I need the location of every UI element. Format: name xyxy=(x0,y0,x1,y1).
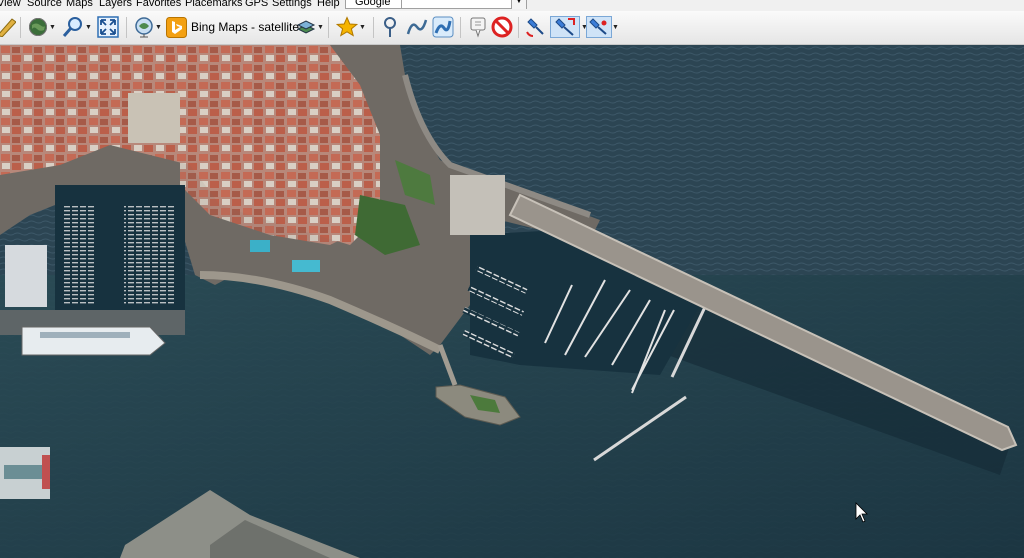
bing-logo-icon xyxy=(166,16,187,38)
layers-icon xyxy=(296,17,316,37)
menu-settings[interactable]: Settings xyxy=(272,0,312,9)
search-divider xyxy=(401,0,402,9)
toolbar-separator xyxy=(460,17,461,38)
fullscreen-icon xyxy=(97,16,119,38)
menu-favorites[interactable]: Favorites xyxy=(136,0,181,9)
chevron-down-icon[interactable]: ▼ xyxy=(49,24,56,31)
gps-follow-icon xyxy=(589,17,609,37)
track-icon xyxy=(406,16,428,38)
zoom-button[interactable]: ▼ xyxy=(62,16,92,38)
gps-button[interactable] xyxy=(525,16,547,38)
ruler-icon xyxy=(0,17,16,37)
map-source-label[interactable]: Bing Maps - satellite xyxy=(191,20,299,34)
toolbar-separator xyxy=(20,17,21,38)
route-button[interactable] xyxy=(432,16,454,38)
chevron-down-icon[interactable]: ▼ xyxy=(612,24,619,31)
chevron-down-icon[interactable]: ▼ xyxy=(85,24,92,31)
route-icon xyxy=(432,16,454,38)
layers-button[interactable]: ▼ xyxy=(296,16,324,38)
satellite-image xyxy=(0,45,1024,558)
globe-icon xyxy=(28,17,48,37)
menu-layers[interactable]: Layers xyxy=(99,0,132,9)
track-button[interactable] xyxy=(406,16,428,38)
menu-bar: View Source Maps Layers Favorites Placem… xyxy=(0,0,1024,11)
favorites-button[interactable]: ▼ xyxy=(336,16,366,38)
gps-active-icon xyxy=(554,17,576,37)
search-dropdown-arrow[interactable]: ▼ xyxy=(511,0,526,9)
chevron-down-icon[interactable]: ▼ xyxy=(155,24,162,31)
no-entry-button[interactable] xyxy=(491,16,513,38)
search-source-label[interactable]: Google xyxy=(355,0,390,8)
no-entry-icon xyxy=(491,16,513,38)
map-view[interactable] xyxy=(0,45,1024,558)
toolbar-separator xyxy=(328,17,329,38)
balloon-button[interactable] xyxy=(467,16,489,38)
gps-active-button[interactable] xyxy=(550,16,580,38)
zoom-icon xyxy=(62,16,84,38)
map-source-selector[interactable]: Bing Maps - satellite ▼ xyxy=(166,16,307,38)
menu-view[interactable]: View xyxy=(0,0,21,9)
search-box[interactable]: Google ▼ xyxy=(345,0,527,9)
map-source-icon xyxy=(134,16,154,38)
map-source-button[interactable]: ▼ xyxy=(134,16,162,38)
menu-help[interactable]: Help xyxy=(317,0,340,9)
gps-icon xyxy=(525,16,547,38)
toolbar-separator xyxy=(126,17,127,38)
ruler-button[interactable] xyxy=(0,16,16,38)
globe-button[interactable]: ▼ xyxy=(28,16,56,38)
toolbar-separator xyxy=(373,17,374,38)
fullscreen-button[interactable] xyxy=(97,16,119,38)
chevron-down-icon[interactable]: ▼ xyxy=(359,24,366,31)
chevron-down-icon[interactable]: ▼ xyxy=(317,24,324,31)
toolbar: ▼ ▼ ▼ Bing Maps - satellite ▼ ▼ ▼ ▼ xyxy=(0,11,1024,45)
menu-gps[interactable]: GPS xyxy=(245,0,268,9)
menu-source[interactable]: Source xyxy=(27,0,62,9)
toolbar-separator xyxy=(518,17,519,38)
gps-follow-button[interactable] xyxy=(586,16,612,38)
favorites-icon xyxy=(336,16,358,38)
menu-maps[interactable]: Maps xyxy=(66,0,93,9)
menu-placemarks[interactable]: Placemarks xyxy=(185,0,242,9)
placemark-button[interactable] xyxy=(381,16,399,38)
balloon-icon xyxy=(467,16,489,38)
placemark-icon xyxy=(381,16,399,38)
